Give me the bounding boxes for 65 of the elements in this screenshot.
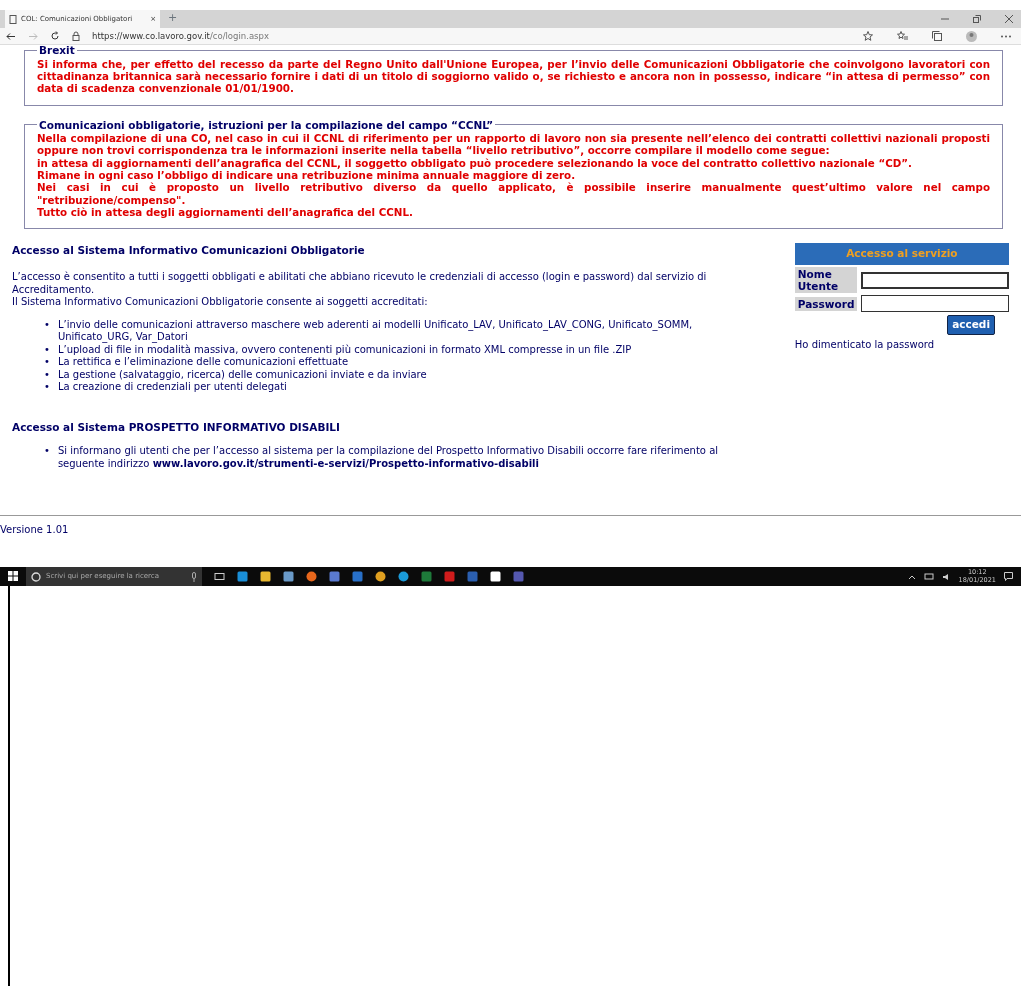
folder-icon[interactable]: [260, 571, 271, 582]
restore-icon[interactable]: [973, 15, 981, 23]
network-icon[interactable]: [923, 572, 934, 581]
favorites-icon[interactable]: [897, 31, 908, 41]
forgot-password-link[interactable]: Ho dimenticato la password: [794, 337, 1009, 353]
bullet: •: [44, 368, 50, 382]
list-item: La creazione di credenziali per utenti delegati: [57, 381, 287, 394]
avatar-icon[interactable]: [966, 30, 977, 42]
list-item: L’upload di file in modalità massiva, ovvero contenenti più comunicazioni in formato XML compresse in un file .ZIP: [57, 343, 632, 357]
browser-icon[interactable]: [306, 571, 317, 582]
paragraph: L’accesso è consentito a tutti i soggetti obbligati e abilitati che abbiano ricevuto le credenziali di accesso (login e password) dal servizio di Accreditamento.: [12, 271, 708, 297]
more-icon[interactable]: [1001, 34, 1011, 38]
list-item: Si informano gli utenti che per l’accesso al sistema per la compilazione del Prospetto Informativo Disabili occorre fare riferimento al seguente indirizzo www.lavoro.gov.it/strumenti-e-servizi/Prospetto-informativo-disabili: [57, 445, 720, 471]
bullet: •: [44, 343, 50, 357]
login-button[interactable]: accedi: [947, 315, 995, 336]
list-item: L’invio delle comunicazioni attraverso maschere web aderenti ai modelli Unificato_LAV, Unificato_LAV_CONG, Unificato_SOMM, Unificato_URG, Var_Datori: [57, 318, 694, 344]
document-icon[interactable]: [467, 571, 478, 582]
pdf-icon[interactable]: [444, 571, 455, 582]
url-field[interactable]: https://www.co.lavoro.gov.it/co/login.aspx: [92, 29, 269, 43]
bullet: •: [44, 318, 50, 332]
microphone-icon[interactable]: [191, 571, 197, 582]
bullet: •: [44, 381, 50, 394]
notice-text: Tutto ciò in attesa degli aggiornamenti dell’anagrafica del CCNL.: [37, 206, 414, 219]
browser-icon[interactable]: [398, 571, 409, 582]
list-item: La gestione (salvataggio, ricerca) delle comunicazioni inviate e da inviare: [57, 368, 427, 382]
browser-icon[interactable]: [375, 571, 386, 582]
login-header: Accesso al servizio: [794, 243, 1009, 266]
list-item: La rettifica e l’eliminazione delle comunicazioni effettuate: [57, 356, 349, 369]
app-icon[interactable]: [513, 571, 524, 582]
notice-text: Nella compilazione di una CO, nel caso in cui il CCNL di riferimento per un rapporto di lavoro non sia presente nell’elenco dei contratti collettivi nazionali proposti oppure non trovi corrispondenza tra le informazioni inserite nella tabella “livello retributivo”, occorre compilare il modello come segue:: [37, 132, 990, 157]
app-icon[interactable]: [237, 571, 248, 582]
search-icon: [31, 571, 41, 582]
task-view-icon[interactable]: [214, 571, 225, 582]
notice-text: Rimane in ogni caso l’obbligo di indicare una retribuzione minima annuale maggiore di zero.: [37, 169, 577, 182]
bullet: •: [44, 445, 50, 459]
notice-text: Si informa che, per effetto del recesso da parte del Regno Unito dall'Unione Europea, per l’invio delle Comunicazioni Obbligatorie che coinvolgono lavoratori con cittadinanza britannica sarà necessario fornire i dati di un titolo di soggiorno valido o, se richiesto e ancora non in possesso, indicare “in attesa di permesso” con data di scadenza convenzionale 01/01/1900.: [37, 57, 990, 95]
refresh-icon[interactable]: [50, 31, 60, 41]
notice-text: Nei casi in cui è proposto un livello retributivo diverso da quello applicato, è possibile inserire manualmente quest’ultimo valore nel campo "retribuzione/compenso".: [37, 181, 990, 207]
app-icon[interactable]: [352, 571, 363, 582]
image-icon[interactable]: [490, 571, 501, 582]
chevron-up-icon[interactable]: [907, 573, 916, 580]
star-icon[interactable]: [863, 31, 873, 41]
field-label: Nome Utente: [794, 267, 857, 294]
close-icon[interactable]: [1005, 15, 1013, 23]
panel-legend: Comunicazioni obbligatorie, istruzioni per la compilazione del campo “CCNL”: [37, 119, 496, 131]
lock-icon: [72, 31, 80, 41]
section-heading: Accesso al Sistema PROSPETTO INFORMATIVO DISABILI: [12, 419, 341, 435]
panel-legend: Brexit: [37, 45, 77, 56]
page-icon: [9, 14, 17, 24]
field-label: Password: [794, 296, 857, 311]
collections-icon[interactable]: [932, 31, 942, 41]
notice-text: in attesa di aggiornamenti dell’anagrafica del CCNL, il soggetto obbligato può procedere selezionando la voce del contratto collettivo nazionale “CD”.: [37, 156, 913, 170]
paragraph: Il Sistema Informativo Comunicazioni Obbligatorie consente ai soggetti accreditati:: [12, 296, 429, 309]
app-icon[interactable]: [329, 571, 340, 582]
notification-icon[interactable]: [1004, 572, 1013, 581]
spreadsheet-icon[interactable]: [421, 571, 432, 582]
app-icon[interactable]: [283, 571, 294, 582]
bullet: •: [44, 356, 50, 369]
username-field[interactable]: [860, 271, 1009, 289]
back-icon[interactable]: [6, 31, 16, 41]
password-field[interactable]: [860, 295, 1009, 313]
speaker-icon[interactable]: [941, 572, 951, 581]
version-label: Versione 1.01: [0, 524, 70, 537]
windows-icon[interactable]: [8, 571, 18, 582]
section-heading: Accesso al Sistema Informativo Comunicazioni Obbligatorie: [12, 243, 366, 259]
